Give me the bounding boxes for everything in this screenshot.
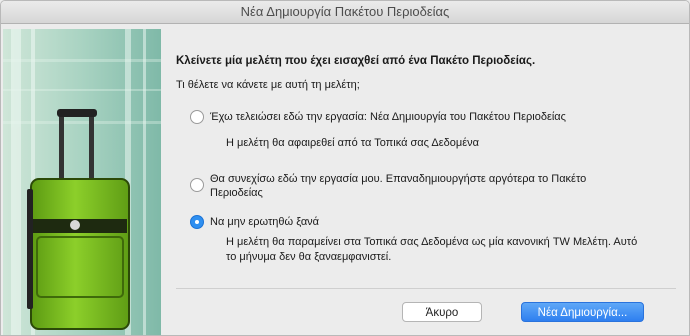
option-continue[interactable]: Θα συνεχίσω εδώ την εργασία μου. Επαναδη… — [190, 172, 586, 200]
dialog-content: Κλείνετε μία μελέτη που έχει εισαχθεί απ… — [176, 23, 689, 335]
option-finished[interactable]: Έχω τελειώσει εδώ την εργασία: Νέα Δημιο… — [190, 110, 566, 124]
window-title: Νέα Δημιουργία Πακέτου Περιοδείας — [1, 1, 689, 24]
cancel-button[interactable]: Άκυρο — [402, 302, 482, 322]
option-continue-label-line2[interactable]: Περιοδείας — [210, 187, 263, 199]
option-finished-description: Η μελέτη θα αφαιρεθεί από τα Τοπικά σας … — [226, 137, 479, 149]
dialog-window: Νέα Δημιουργία Πακέτου Περιοδείας Κλείνε… — [0, 0, 690, 336]
option-dont-ask-description: Η μελέτη θα παραμείνει στα Τοπικά σας Δε… — [226, 235, 637, 265]
option-dont-ask-description-line1: Η μελέτη θα παραμείνει στα Τοπικά σας Δε… — [226, 236, 638, 248]
option-continue-label[interactable]: Θα συνεχίσω εδώ την εργασία μου. Επαναδη… — [210, 172, 586, 200]
radio-continue[interactable] — [190, 178, 204, 192]
option-dont-ask[interactable]: Να μην ερωτηθώ ξανά — [190, 215, 319, 229]
radio-dont-ask[interactable] — [190, 215, 204, 229]
suitcase-illustration — [3, 29, 161, 335]
option-dont-ask-label[interactable]: Να μην ερωτηθώ ξανά — [210, 215, 319, 229]
divider — [176, 288, 676, 289]
new-build-button[interactable]: Νέα Δημιουργία... — [521, 302, 644, 322]
dialog-heading: Κλείνετε μία μελέτη που έχει εισαχθεί απ… — [176, 55, 536, 67]
option-finished-label[interactable]: Έχω τελειώσει εδώ την εργασία: Νέα Δημιο… — [210, 110, 566, 124]
option-dont-ask-description-line2: το μήνυμα δεν θα ξαναεμφανιστεί. — [226, 251, 392, 263]
radio-finished[interactable] — [190, 110, 204, 124]
option-continue-label-line1[interactable]: Θα συνεχίσω εδώ την εργασία μου. Επαναδη… — [210, 173, 586, 185]
dialog-question: Τι θέλετε να κάνετε με αυτή τη μελέτη; — [176, 79, 360, 91]
